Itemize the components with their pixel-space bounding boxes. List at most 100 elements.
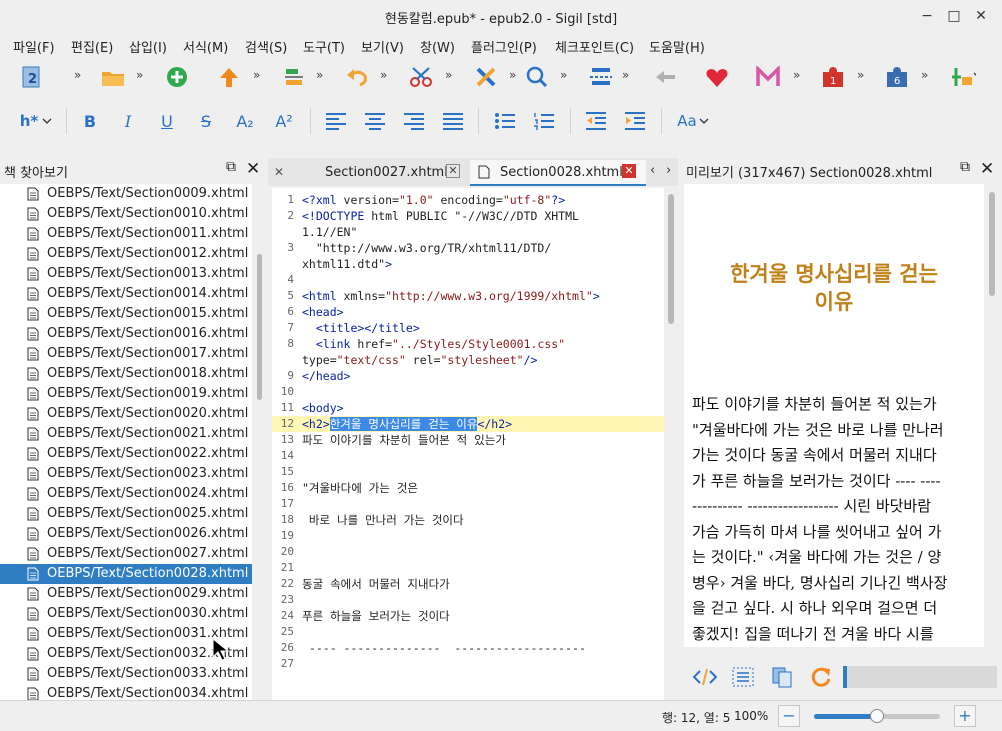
scrollbar-thumb[interactable] [989, 192, 995, 296]
file-row[interactable]: OEBPS/Text/Section0019.xhtml [0, 384, 252, 404]
split-section-icon[interactable] [588, 64, 614, 90]
zoom-slider-handle[interactable] [870, 709, 884, 723]
menu-format[interactable]: 서식(M) [183, 37, 228, 56]
toolbar-overflow[interactable]: » [509, 68, 516, 82]
tab-section0027[interactable]: ✕ Section0027.xhtml ✕ [272, 160, 468, 186]
code-view[interactable]: 1 <?xml version="1.0" encoding="utf-8"?> 2… [272, 188, 664, 700]
code-line[interactable]: 11 <body> [272, 400, 664, 416]
file-row[interactable]: OEBPS/Text/Section0025.xhtml [0, 504, 252, 524]
align-justify-icon[interactable] [440, 108, 466, 134]
file-row[interactable]: OEBPS/Text/Section0033.xhtml [0, 664, 252, 684]
file-row[interactable]: OEBPS/Text/Section0026.xhtml [0, 524, 252, 544]
file-row[interactable]: OEBPS/Text/Section0027.xhtml [0, 544, 252, 564]
code-line[interactable]: 17 [272, 496, 664, 512]
code-line[interactable]: 2 <!DOCTYPE html PUBLIC "-//W3C//DTD XHTM… [272, 208, 664, 224]
upload-icon[interactable] [216, 64, 242, 90]
file-row[interactable]: OEBPS/Text/Section0016.xhtml [0, 324, 252, 344]
toolbar-overflow[interactable]: » [857, 68, 864, 82]
close-panel-icon[interactable]: ✕ [980, 159, 994, 179]
code-line[interactable]: 26 ---- -------------- -----------------… [272, 640, 664, 656]
cut-icon[interactable] [408, 64, 434, 90]
indent-icon[interactable] [622, 108, 648, 134]
plugin-6-icon[interactable]: 6 [884, 64, 910, 90]
file-row[interactable]: OEBPS/Text/Section0030.xhtml [0, 604, 252, 624]
menu-file[interactable]: 파일(F) [13, 37, 55, 56]
file-row[interactable]: OEBPS/Text/Section0023.xhtml [0, 464, 252, 484]
tab-close-icon[interactable]: ✕ [622, 164, 636, 178]
menu-tools[interactable]: 도구(T) [303, 37, 345, 56]
page-count-icon[interactable]: 2 [18, 64, 44, 90]
toolbar-overflow[interactable]: » [74, 68, 81, 82]
file-row[interactable]: OEBPS/Text/Section0029.xhtml [0, 584, 252, 604]
menu-checkpoints[interactable]: 체크포인트(C) [555, 37, 634, 56]
superscript-button[interactable]: A² [271, 108, 297, 134]
code-line[interactable]: 21 [272, 560, 664, 576]
undo-icon[interactable] [344, 64, 370, 90]
tab-section0028[interactable]: Section0028.xhtml ✕ [470, 160, 646, 186]
heading-selector[interactable]: h* [16, 108, 56, 134]
float-panel-icon[interactable]: ⧉ [960, 159, 970, 175]
plugin-a-icon[interactable] [950, 64, 976, 90]
zoom-slider[interactable] [814, 709, 940, 723]
code-line[interactable]: 12 <h2>한겨울 명사십리를 걷는 이유</h2> [272, 416, 664, 432]
search-icon[interactable] [524, 64, 550, 90]
float-panel-icon[interactable]: ⧉ [226, 159, 236, 175]
toolbar-overflow[interactable]: » [622, 68, 629, 82]
align-center-icon[interactable] [362, 108, 388, 134]
code-line[interactable]: 4 [272, 272, 664, 288]
toolbar-overflow[interactable]: » [560, 68, 567, 82]
file-row[interactable]: OEBPS/Text/Section0021.xhtml [0, 424, 252, 444]
file-row[interactable]: OEBPS/Text/Section0017.xhtml [0, 344, 252, 364]
code-line[interactable]: 14 [272, 448, 664, 464]
change-case-button[interactable]: Aa [674, 108, 712, 134]
refresh-icon[interactable] [808, 664, 834, 690]
code-line[interactable]: 24 푸른 하늘을 보러가는 것이다 [272, 608, 664, 624]
toolbar-overflow[interactable]: » [445, 68, 452, 82]
strikethrough-button[interactable]: S [193, 108, 219, 134]
back-icon[interactable] [652, 64, 678, 90]
code-line[interactable]: 23 [272, 592, 664, 608]
scrollbar-thumb[interactable] [257, 254, 262, 400]
code-view-icon[interactable] [692, 664, 718, 690]
subscript-button[interactable]: A₂ [232, 108, 258, 134]
file-row[interactable]: OEBPS/Text/Section0018.xhtml [0, 364, 252, 384]
outdent-icon[interactable] [583, 108, 609, 134]
code-line[interactable]: 10 [272, 384, 664, 400]
code-line[interactable]: 18 바로 나를 만나러 가는 것이다 [272, 512, 664, 528]
editor-scrollbar[interactable] [666, 188, 676, 700]
menu-window[interactable]: 창(W) [420, 37, 455, 56]
code-line[interactable]: 7 <title></title> [272, 320, 664, 336]
code-line[interactable]: 15 [272, 464, 664, 480]
split-icon[interactable] [281, 64, 307, 90]
code-line[interactable]: 9 </head> [272, 368, 664, 384]
code-line[interactable]: 5 <html xmlns="http://www.w3.org/1999/xht… [272, 288, 664, 304]
menu-insert[interactable]: 삽입(I) [129, 37, 167, 56]
tab-scroll-left-icon[interactable]: ‹ [650, 163, 655, 178]
file-tree[interactable]: OEBPS/Text/Section0009.xhtml OEBPS/Text/S… [0, 184, 252, 700]
code-line[interactable]: 16 "겨울바다에 가는 것은 [272, 480, 664, 496]
preview-page[interactable]: 한겨울 명사십리를 걷는 이유 파도 이야기를 차분히 들어본 적 있는가 "겨울… [684, 184, 984, 647]
preview-scrollbar[interactable] [986, 184, 998, 647]
zoom-out-button[interactable]: − [778, 705, 800, 727]
code-line[interactable]: 19 [272, 528, 664, 544]
numbered-list-icon[interactable] [531, 108, 557, 134]
close-panel-icon[interactable]: ✕ [246, 159, 260, 179]
code-line[interactable]: 20 [272, 544, 664, 560]
code-line[interactable]: 22 동굴 속에서 머물러 지내다가 [272, 576, 664, 592]
tab-close-icon[interactable]: ✕ [446, 164, 460, 178]
file-row[interactable]: OEBPS/Text/Section0010.xhtml [0, 204, 252, 224]
file-row[interactable]: OEBPS/Text/Section0015.xhtml [0, 304, 252, 324]
underline-button[interactable]: U [154, 108, 180, 134]
add-icon[interactable] [164, 64, 190, 90]
toolbar-overflow[interactable]: » [316, 68, 323, 82]
menu-help[interactable]: 도움말(H) [649, 37, 705, 56]
file-row[interactable]: OEBPS/Text/Section0028.xhtml [0, 564, 252, 584]
file-row[interactable]: OEBPS/Text/Section0009.xhtml [0, 184, 252, 204]
code-line[interactable]: 25 [272, 624, 664, 640]
code-line[interactable]: xhtml11.dtd"> [272, 256, 664, 272]
toolbar-overflow[interactable]: » [253, 68, 260, 82]
close-button[interactable]: ✕ [970, 5, 992, 27]
open-folder-icon[interactable] [100, 64, 126, 90]
file-row[interactable]: OEBPS/Text/Section0034.xhtml [0, 684, 252, 700]
code-line[interactable]: type="text/css" rel="stylesheet"/> [272, 352, 664, 368]
